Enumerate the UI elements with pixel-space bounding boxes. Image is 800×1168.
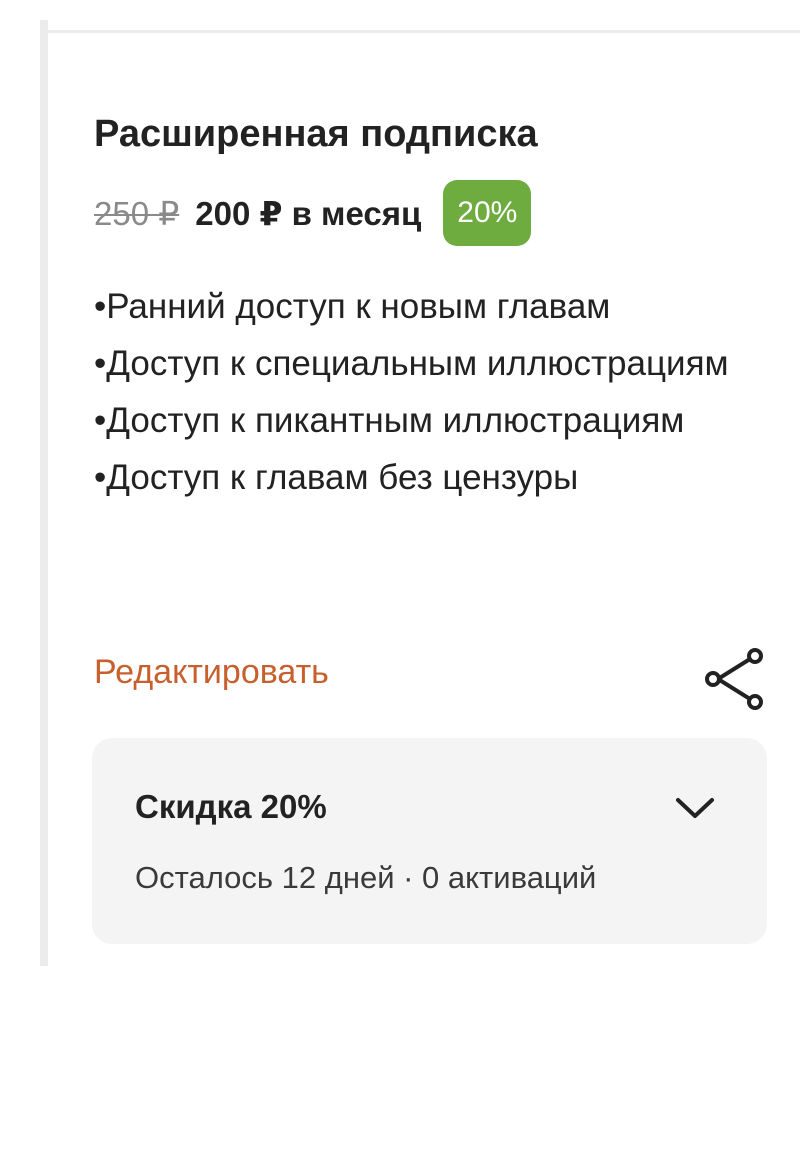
feature-item: •Доступ к главам без цензуры xyxy=(94,458,579,497)
discount-panel[interactable]: Скидка 20% Осталось 12 дней · 0 активаци… xyxy=(92,738,767,944)
feature-list: •Ранний доступ к новым главам •Доступ к … xyxy=(94,278,754,506)
price-row: 250 ₽ 200 ₽ в месяц 20% xyxy=(94,179,532,247)
subscription-title: Расширенная подписка xyxy=(94,113,538,155)
left-border xyxy=(40,20,48,966)
share-icon[interactable] xyxy=(698,643,770,715)
edit-link[interactable]: Редактировать xyxy=(94,653,329,692)
page: Расширенная подписка 250 ₽ 200 ₽ в месяц… xyxy=(0,0,800,1168)
feature-item: •Доступ к пикантным иллюстрациям xyxy=(94,401,685,440)
discount-title: Скидка 20% xyxy=(135,788,327,825)
chevron-down-icon[interactable] xyxy=(670,788,720,828)
old-price: 250 ₽ xyxy=(94,194,180,232)
current-price: 200 ₽ в месяц xyxy=(195,194,422,232)
feature-item: •Доступ к специальным иллюстрациям xyxy=(94,344,729,383)
discount-details: Осталось 12 дней · 0 активаций xyxy=(135,860,597,895)
feature-item: •Ранний доступ к новым главам xyxy=(94,287,611,326)
discount-badge: 20% xyxy=(443,180,532,246)
subscription-card: Расширенная подписка 250 ₽ 200 ₽ в месяц… xyxy=(48,33,800,966)
